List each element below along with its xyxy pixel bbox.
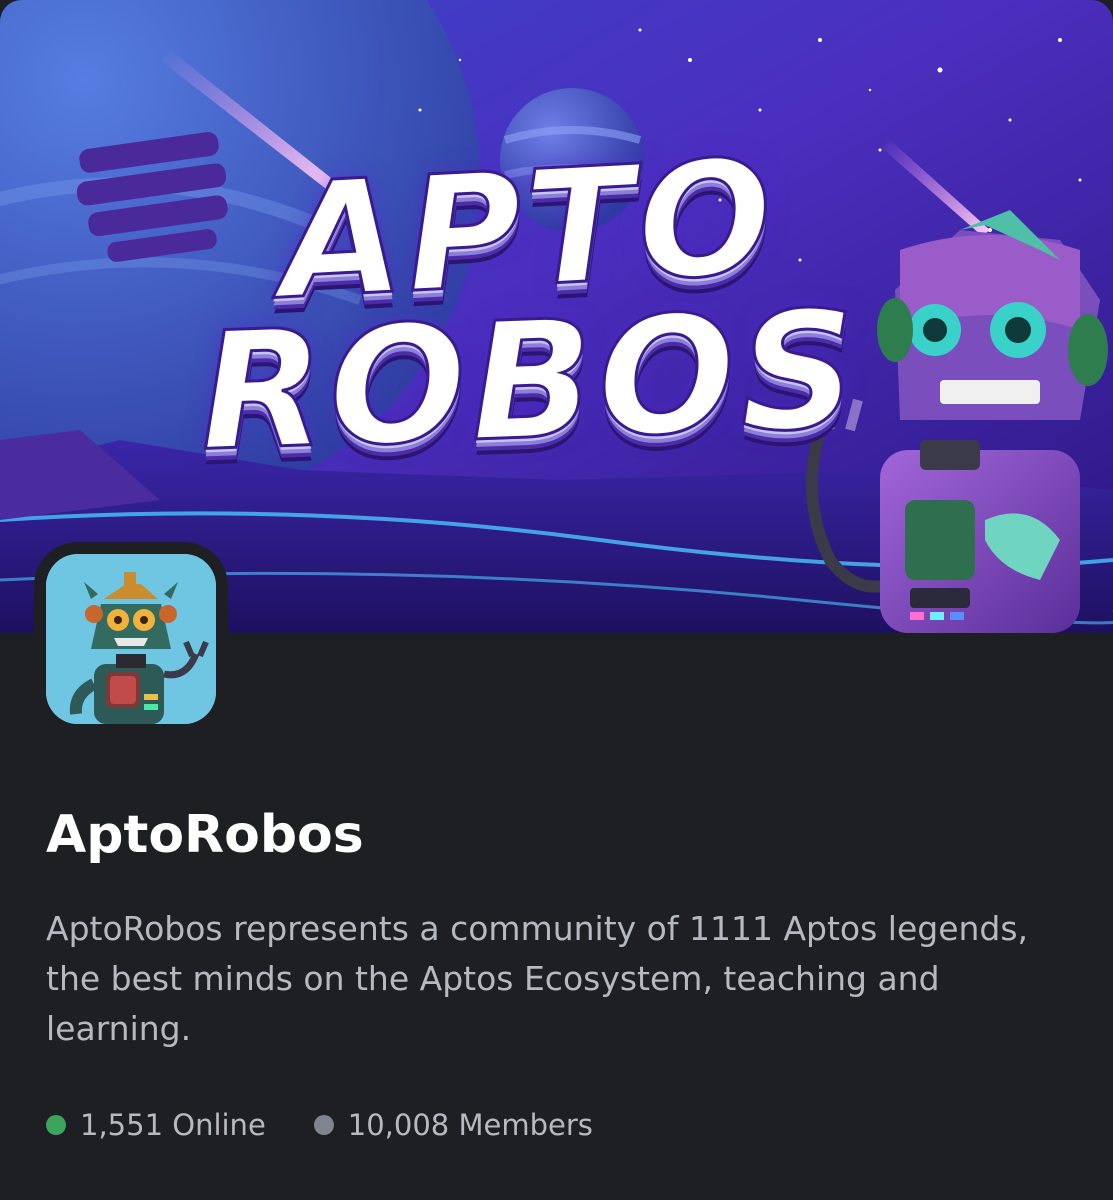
banner-artwork <box>0 0 1113 633</box>
server-name: AptoRobos <box>46 805 364 865</box>
server-icon[interactable] <box>46 554 216 724</box>
server-description: AptoRobos represents a community of 1111… <box>46 909 1029 1048</box>
online-count-label: 1,551 Online <box>80 1108 266 1142</box>
server-profile-card: APTO ROBOS AptoRobos AptoRobos represent… <box>0 0 1113 1200</box>
online-count: 1,551 Online <box>46 1108 266 1142</box>
server-icon-frame <box>34 542 228 736</box>
server-stats: 1,551 Online 10,008 Members <box>46 1100 593 1150</box>
server-banner: APTO ROBOS <box>0 0 1113 633</box>
members-status-dot-icon <box>313 1115 334 1135</box>
robot-avatar-icon <box>46 554 216 724</box>
member-count-label: 10,008 Members <box>347 1108 593 1142</box>
online-status-dot-icon <box>46 1115 66 1135</box>
member-count: 10,008 Members <box>313 1108 593 1142</box>
